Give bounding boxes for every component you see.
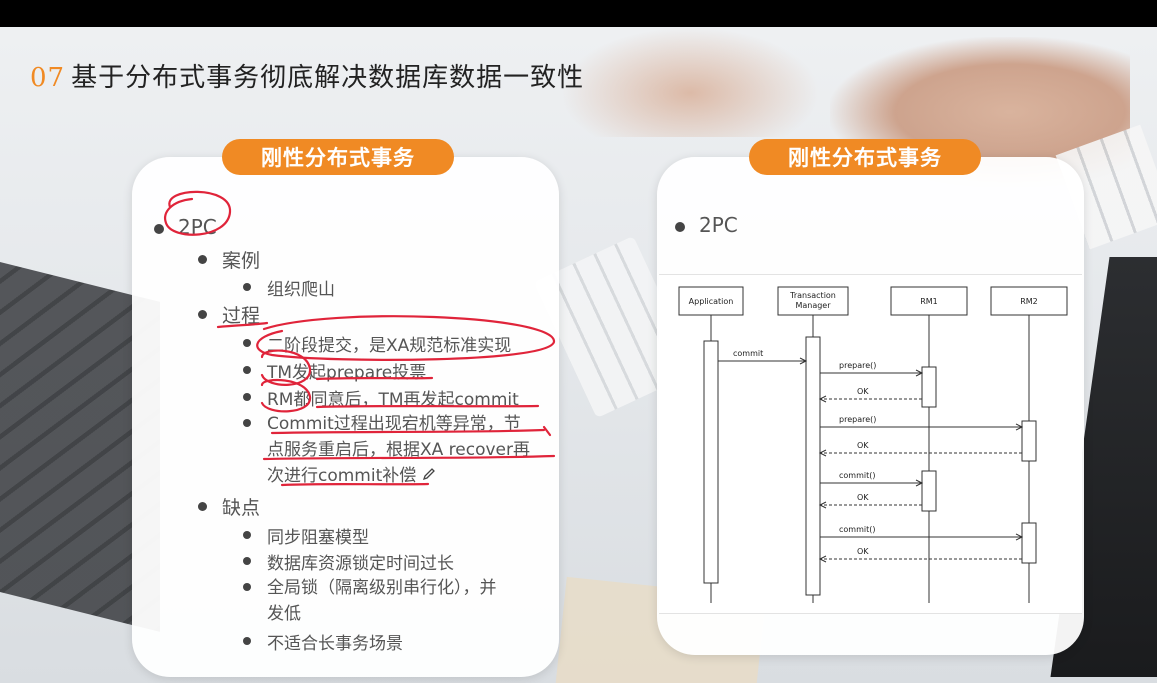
participant-label: Manager (795, 301, 831, 310)
bullet-text: 案例 (222, 250, 261, 272)
bullet-process: 过程 (198, 301, 261, 328)
bullet-cons: 缺点 (198, 493, 261, 520)
bullet-text: 缺点 (222, 497, 261, 519)
participant-label: RM1 (920, 297, 938, 306)
bullet-process-3: RM都同意后，TM再发起commit (243, 385, 519, 410)
bullet-text: 组织爬山 (267, 280, 335, 300)
right-card: 刚性分布式事务 2PC Application Transaction Manage… (657, 139, 1084, 655)
bullet-dot (243, 283, 251, 291)
message-label: OK (857, 387, 869, 396)
message-label: OK (857, 493, 869, 502)
message-label: commit() (839, 525, 875, 534)
bullet-text: 2PC (178, 215, 217, 239)
bullet-cons-2: 数据库资源锁定时间过长 (243, 549, 454, 574)
activation-bar (1021, 420, 1037, 462)
sequence-diagram-svg: Application TransactionManager RM1 RM2 commi… (678, 286, 1068, 603)
slide-number: 07 (30, 63, 66, 93)
participant-label: RM2 (1020, 297, 1038, 306)
bullet-process-4: Commit过程出现宕机等异常，节 点服务重启后，根据XA recover再 次进行… (243, 411, 531, 489)
bullet-case-item: 组织爬山 (243, 275, 335, 300)
bullet-dot (675, 222, 685, 232)
message-label: OK (857, 547, 869, 556)
message-label: prepare() (839, 361, 876, 370)
bullet-dot (243, 419, 251, 427)
bullet-dot (154, 224, 164, 234)
background-hand-left (560, 27, 820, 137)
bullet-dot (243, 557, 251, 565)
slide-title: 07 基于分布式事务彻底解决数据库数据一致性 (30, 57, 584, 94)
ink-bracket-line (542, 425, 552, 437)
bullet-dot (243, 393, 251, 401)
slide-title-text: 基于分布式事务彻底解决数据库数据一致性 (71, 63, 585, 93)
left-card: 刚性分布式事务 2PC 案例 组织爬山 过程 二阶段提交，是XA规范标准实现 T… (132, 139, 559, 677)
bullet-text: 点服务重启后，根据XA recover再 (267, 440, 531, 460)
message-label: OK (857, 441, 869, 450)
bullet-text: Commit过程出现宕机等异常，节 (267, 414, 521, 434)
bullet-dot (243, 583, 251, 591)
activation-bar (1021, 522, 1037, 564)
right-card-header: 刚性分布式事务 (749, 139, 981, 175)
bullet-cons-1: 同步阻塞模型 (243, 523, 369, 548)
activation-bar (921, 470, 937, 512)
bullet-process-1: 二阶段提交，是XA规范标准实现 (243, 331, 512, 356)
bullet-dot (198, 310, 207, 319)
message-label: commit() (839, 471, 875, 480)
bullet-text: 同步阻塞模型 (267, 528, 369, 548)
bullet-text: 过程 (222, 305, 261, 327)
participant-label: Transaction (789, 291, 836, 300)
bullet-text: 发低 (267, 604, 301, 624)
bullet-2pc-right: 2PC (675, 213, 738, 237)
bullet-dot (243, 637, 251, 645)
pencil-icon (422, 463, 436, 489)
bullet-text: 数据库资源锁定时间过长 (267, 554, 454, 574)
bullet-text: TM发起prepare投票 (267, 363, 427, 383)
participant-label: Application (689, 297, 734, 306)
message-label: prepare() (839, 415, 876, 424)
bullet-text: 二阶段提交，是XA规范标准实现 (267, 336, 512, 356)
sequence-diagram: Application Transaction Manager RM1 RM2 commi… (659, 274, 1082, 614)
bullet-process-2: TM发起prepare投票 (243, 358, 427, 383)
bullet-text: 不适合长事务场景 (267, 634, 403, 654)
left-card-header: 刚性分布式事务 (222, 139, 454, 175)
bullet-dot (243, 339, 251, 347)
bullet-2pc: 2PC (154, 215, 217, 239)
bullet-cons-3: 全局锁（隔离级别串行化），并 发低 (243, 575, 497, 627)
bullet-case: 案例 (198, 246, 261, 273)
bullet-dot (243, 366, 251, 374)
activation-bar (805, 336, 821, 596)
message-label: commit (733, 349, 763, 358)
activation-bar (921, 366, 937, 408)
bullet-dot (198, 502, 207, 511)
bullet-text: 全局锁（隔离级别串行化），并 (267, 578, 497, 598)
bullet-text: RM都同意后，TM再发起commit (267, 390, 519, 410)
bullet-cons-4: 不适合长事务场景 (243, 629, 403, 654)
bullet-dot (198, 255, 207, 264)
slide: 07 基于分布式事务彻底解决数据库数据一致性 刚性分布式事务 2PC 案例 组织爬… (0, 27, 1157, 683)
bullet-text: 2PC (699, 213, 738, 237)
bullet-text: 次进行commit补偿 (267, 466, 417, 486)
activation-bar (703, 340, 719, 584)
bullet-dot (243, 531, 251, 539)
